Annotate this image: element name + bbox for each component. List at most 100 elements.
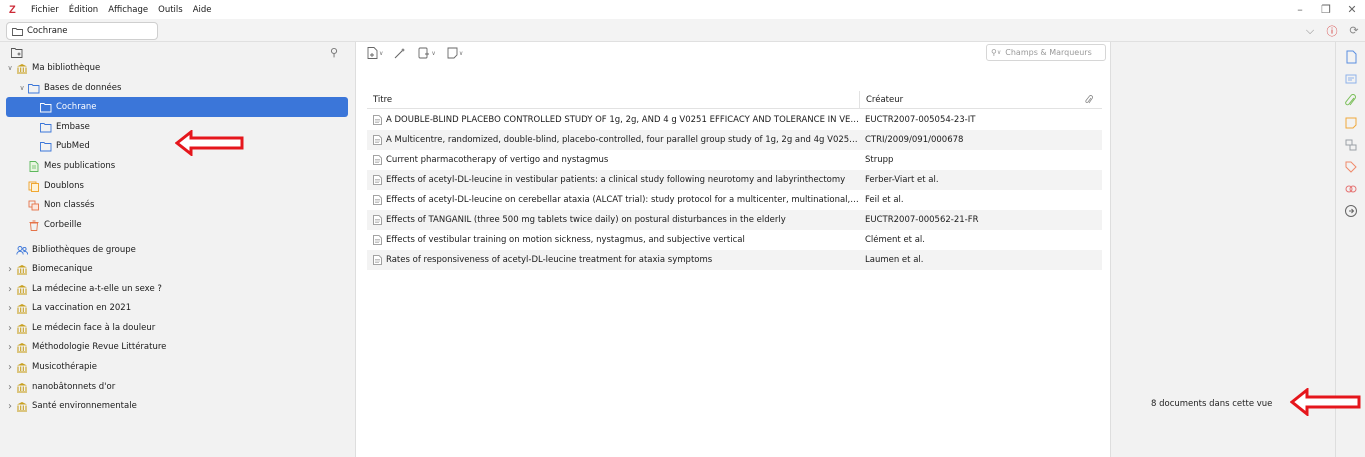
- collection-row-icon: [28, 220, 40, 231]
- new-collection-icon[interactable]: [11, 47, 23, 58]
- chevron-right-icon[interactable]: ›: [6, 323, 14, 334]
- table-row[interactable]: Effects of acetyl-DL-leucine in vestibul…: [367, 170, 1102, 190]
- collection-row[interactable]: › La médecine a-t-elle un sexe ?: [6, 279, 348, 299]
- collection-row[interactable]: › La vaccination en 2021: [6, 298, 348, 318]
- menu-affichage[interactable]: Affichage: [108, 5, 148, 15]
- menu-aide[interactable]: Aide: [193, 5, 212, 15]
- chevron-right-icon[interactable]: ›: [6, 264, 14, 275]
- document-icon: [373, 195, 382, 205]
- collection-row-icon: [16, 382, 28, 393]
- attachments-section-icon[interactable]: [1344, 94, 1358, 108]
- chevron-down-icon[interactable]: ∨: [6, 64, 14, 72]
- table-row[interactable]: Effects of vestibular training on motion…: [367, 230, 1102, 250]
- collection-row[interactable]: Corbeille: [6, 215, 348, 235]
- chevron-right-icon[interactable]: ›: [6, 362, 14, 373]
- magic-wand-icon: [395, 48, 406, 59]
- table-row[interactable]: A Multicentre, randomized, double-blind,…: [367, 130, 1102, 150]
- menu-fichier[interactable]: Fichier: [31, 5, 59, 15]
- annotation-arrow-left-icon: [175, 130, 244, 156]
- collection-row[interactable]: › Santé environnementale: [6, 396, 348, 416]
- tags-section-icon[interactable]: [1344, 160, 1358, 174]
- cell-title: Effects of vestibular training on motion…: [367, 235, 859, 245]
- item-title: Effects of vestibular training on motion…: [386, 235, 745, 245]
- chevron-right-icon[interactable]: ›: [6, 303, 14, 314]
- table-row[interactable]: Current pharmacotherapy of vertigo and n…: [367, 150, 1102, 170]
- collection-row-icon: [40, 141, 52, 152]
- collection-row[interactable]: › Musicothérapie: [6, 357, 348, 377]
- library-icon: [17, 63, 27, 74]
- trash-icon: [29, 220, 39, 231]
- collection-row[interactable]: Doublons: [6, 176, 348, 196]
- collection-row-icon: [28, 83, 40, 94]
- collection-row[interactable]: ∨ Ma bibliothèque: [6, 58, 348, 78]
- chevron-right-icon[interactable]: ›: [6, 284, 14, 295]
- document-icon: [373, 115, 382, 125]
- close-icon[interactable]: ✕: [1339, 3, 1365, 16]
- document-icon: [373, 255, 382, 265]
- chevron-right-icon[interactable]: ›: [6, 382, 14, 393]
- collection-label: Biomecanique: [32, 264, 93, 274]
- item-creator: Feil et al.: [865, 195, 904, 205]
- item-title: A Multicentre, randomized, double-blind,…: [386, 135, 859, 145]
- search-placeholder: Champs & Marqueurs: [1005, 48, 1092, 57]
- info-section-icon[interactable]: [1344, 50, 1358, 64]
- zotero-logo: Z: [9, 3, 16, 16]
- abstract-section-icon[interactable]: [1344, 72, 1358, 86]
- library-icon: [17, 382, 27, 393]
- collection-label: Bibliothèques de groupe: [32, 245, 136, 255]
- table-row[interactable]: A DOUBLE-BLIND PLACEBO CONTROLLED STUDY …: [367, 110, 1102, 130]
- collection-row[interactable]: Cochrane: [6, 97, 348, 117]
- chevron-down-icon[interactable]: ∨: [18, 84, 26, 92]
- notes-section-icon[interactable]: [1344, 116, 1358, 130]
- collection-row[interactable]: Mes publications: [6, 156, 348, 176]
- library-icon: [17, 264, 27, 275]
- new-note-button[interactable]: ∨: [447, 47, 463, 59]
- sync-icon[interactable]: ⟳: [1343, 24, 1365, 37]
- add-by-identifier-button[interactable]: [394, 47, 407, 59]
- note-icon: [447, 47, 458, 59]
- column-header-attachments[interactable]: [1075, 94, 1102, 105]
- search-input[interactable]: ⚲ ∨ Champs & Marqueurs: [986, 44, 1106, 61]
- restore-icon[interactable]: ❐: [1313, 3, 1339, 16]
- annotation-arrow-left-icon-2: [1290, 388, 1361, 416]
- collection-row[interactable]: › Le médecin face à la douleur: [6, 318, 348, 338]
- item-creator: CTRI/2009/091/000678: [865, 135, 964, 145]
- table-row[interactable]: Effects of acetyl-DL-leucine on cerebell…: [367, 190, 1102, 210]
- collection-row-icon: [16, 264, 28, 275]
- paperclip-icon: [1084, 94, 1093, 103]
- sync-error-icon[interactable]: ⓘ: [1321, 23, 1343, 39]
- collection-row[interactable]: › Méthodologie Revue Littérature: [6, 337, 348, 357]
- library-icon: [17, 323, 27, 334]
- collection-label: Santé environnementale: [32, 401, 137, 411]
- locate-icon[interactable]: [1344, 204, 1358, 218]
- menu-outils[interactable]: Outils: [158, 5, 183, 15]
- related-section-icon[interactable]: [1344, 182, 1358, 196]
- add-attachment-button[interactable]: ∨: [418, 47, 436, 59]
- table-row[interactable]: Effects of TANGANIL (three 500 mg tablet…: [367, 210, 1102, 230]
- document-icon: [373, 235, 382, 245]
- column-header-title[interactable]: Titre: [367, 95, 859, 105]
- collection-row[interactable]: ∨ Bases de données: [6, 78, 348, 98]
- tab-bar: Cochrane ⌵ ⓘ ⟳: [0, 19, 1365, 42]
- collection-row-icon: [16, 245, 28, 256]
- collection-label: Embase: [56, 122, 90, 132]
- attachment-add-icon: [418, 47, 430, 59]
- collection-row-icon: [16, 362, 28, 373]
- collection-label: Le médecin face à la douleur: [32, 323, 156, 333]
- column-header-creator[interactable]: Créateur: [859, 90, 1075, 109]
- new-item-button[interactable]: ∨: [367, 47, 383, 59]
- minimize-icon[interactable]: –: [1287, 3, 1313, 16]
- collection-label: Non classés: [44, 200, 95, 210]
- collection-row[interactable]: › Biomecanique: [6, 259, 348, 279]
- chevron-right-icon[interactable]: ›: [6, 401, 14, 412]
- tabs-menu-chevron-icon[interactable]: ⌵: [1299, 24, 1321, 38]
- collection-row[interactable]: › nanobâtonnets d'or: [6, 377, 348, 397]
- tab-library[interactable]: Cochrane: [6, 22, 158, 40]
- chevron-right-icon[interactable]: ›: [6, 342, 14, 353]
- cell-title: Current pharmacotherapy of vertigo and n…: [367, 155, 859, 165]
- table-row[interactable]: Rates of responsiveness of acetyl-DL-leu…: [367, 250, 1102, 270]
- collection-row[interactable]: Non classés: [6, 195, 348, 215]
- libraries-collections-section-icon[interactable]: [1344, 138, 1358, 152]
- menu-edition[interactable]: Édition: [69, 5, 98, 15]
- collection-row[interactable]: Bibliothèques de groupe: [6, 240, 348, 260]
